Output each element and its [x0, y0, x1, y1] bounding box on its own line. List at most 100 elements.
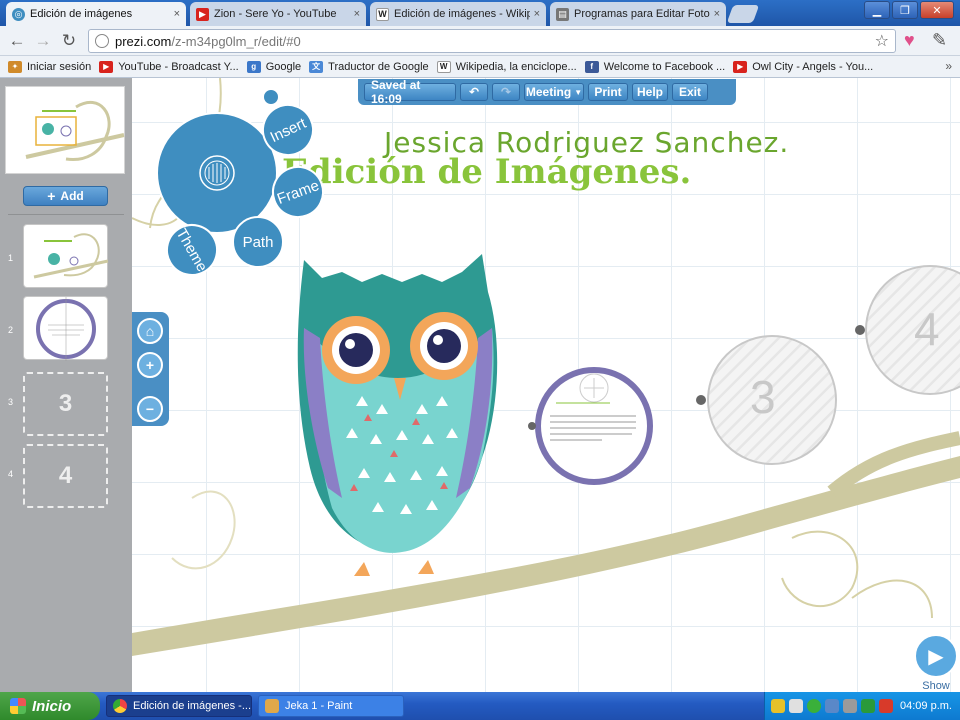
tab-label: Zion - Sere Yo - YouTube [214, 8, 337, 20]
close-icon[interactable]: × [354, 8, 360, 20]
meeting-label: Meeting [525, 85, 572, 99]
bookmark-label: YouTube - Broadcast Y... [118, 60, 239, 73]
facebook-icon: f [584, 60, 599, 73]
meeting-dropdown[interactable]: Meeting ▼ [524, 83, 584, 101]
safely-remove-icon[interactable] [879, 699, 893, 713]
path-bubble[interactable]: Path [232, 216, 284, 268]
tab-label: Edición de imágenes - Wikipe [394, 8, 530, 20]
tab-edicion-imagenes[interactable]: ◎ Edición de imágenes × [6, 2, 186, 26]
swirl-decoration [171, 490, 236, 570]
screen: { "browser": { "tabs": [ {"label": "Edic… [0, 0, 960, 720]
youtube-icon: ▶ [733, 60, 748, 73]
saved-status-button[interactable]: Saved at 16:09 [364, 78, 456, 106]
overview-thumbnail[interactable] [5, 86, 125, 174]
bookmark-star-icon[interactable]: ☆ [875, 31, 889, 51]
tab-wikipedia[interactable]: W Edición de imágenes - Wikipe × [370, 2, 546, 26]
bookmarks-overflow-button[interactable]: » [945, 59, 952, 73]
prezi-top-toolbar: Saved at 16:09 ↶ ↷ Meeting ▼ Print Help … [358, 78, 736, 106]
windows-taskbar: Inicio Edición de imágenes -... Jeka 1 -… [0, 692, 960, 720]
shield-icon[interactable] [771, 699, 785, 713]
close-icon[interactable]: × [714, 8, 720, 20]
reload-icon[interactable]: ↻ [58, 30, 80, 52]
author-name[interactable]: Jessica Rodriguez Sanchez. [384, 126, 789, 159]
heart-icon[interactable]: ♥ [904, 30, 915, 51]
close-icon[interactable]: × [174, 8, 180, 20]
path-marker [528, 422, 536, 430]
close-icon[interactable]: × [534, 8, 540, 20]
windows-logo-icon [10, 698, 26, 714]
wikipedia-icon: W [376, 7, 389, 21]
taskbar-item-paint[interactable]: Jeka 1 - Paint [258, 695, 404, 717]
owl-illustration [297, 254, 498, 576]
undo-button[interactable]: ↶ [460, 83, 488, 101]
wrench-icon[interactable]: ✎ [932, 30, 947, 51]
zoom-controls: ⌂ + − [132, 312, 169, 426]
bubble-small-button[interactable] [262, 88, 280, 106]
help-button[interactable]: Help [632, 83, 668, 101]
new-tab-button[interactable] [726, 5, 760, 23]
taskbar-item-chrome[interactable]: Edición de imágenes -... [106, 695, 252, 717]
back-icon[interactable]: ← [6, 30, 28, 52]
slide-thumbnail-1[interactable] [23, 224, 109, 288]
play-icon: ▶ [914, 634, 958, 678]
slide-thumbnail-4[interactable]: 4 [23, 444, 108, 508]
overview-thumbnail-art [25, 100, 125, 162]
slide-thumbnail-2[interactable] [23, 296, 108, 361]
bookmark-label: Owl City - Angels - You... [752, 60, 874, 73]
network-icon[interactable] [789, 699, 803, 713]
slide-number: 2 [8, 325, 14, 335]
bookmark-item[interactable]: ▶ Owl City - Angels - You... [733, 60, 874, 73]
url-path: /z-m34pg0lm_r/edit/#0 [171, 33, 301, 49]
print-button[interactable]: Print [588, 83, 628, 101]
volume-icon[interactable] [843, 699, 857, 713]
messenger-icon[interactable] [807, 699, 821, 713]
tab-programas[interactable]: ▤ Programas para Editar Fotos × [550, 2, 726, 26]
slide-2-preview [36, 297, 96, 361]
redo-button[interactable]: ↷ [492, 83, 520, 101]
bookmark-label: Welcome to Facebook ... [603, 60, 726, 73]
bookmark-item[interactable]: ✦ Iniciar sesión [8, 60, 91, 73]
chevron-down-icon: ▼ [574, 87, 583, 97]
tab-label: Programas para Editar Fotos [574, 8, 710, 20]
paint-icon [265, 699, 279, 713]
update-icon[interactable] [861, 699, 875, 713]
bookmark-item[interactable]: g Google [246, 60, 301, 73]
maximize-button[interactable]: ❐ [892, 1, 918, 19]
start-button[interactable]: Inicio [0, 692, 100, 720]
wikipedia-icon: W [436, 60, 451, 73]
swirl-decoration [851, 579, 933, 619]
bookmark-item[interactable]: 文 Traductor de Google [309, 60, 429, 73]
zoom-in-icon[interactable]: + [137, 352, 163, 378]
window-controls: ▁ ❐ ✕ [862, 1, 954, 19]
monitor-icon[interactable] [825, 699, 839, 713]
frame-4-placeholder [865, 265, 960, 395]
bookmark-label: Wikipedia, la enciclope... [455, 60, 577, 73]
bookmark-label: Traductor de Google [328, 60, 429, 73]
bookmark-item[interactable]: ▶ YouTube - Broadcast Y... [99, 60, 239, 73]
home-icon[interactable]: ⌂ [137, 318, 163, 344]
globe-icon [95, 34, 109, 48]
zoom-out-icon[interactable]: − [137, 396, 163, 422]
tab-youtube[interactable]: ▶ Zion - Sere Yo - YouTube × [190, 2, 366, 26]
youtube-icon: ▶ [196, 7, 209, 21]
bookmark-item[interactable]: f Welcome to Facebook ... [584, 60, 726, 73]
exit-button[interactable]: Exit [672, 83, 708, 101]
slide-1-preview [33, 233, 109, 279]
slide-thumbnail-3[interactable]: 3 [23, 372, 108, 436]
swirl-decoration [781, 530, 859, 607]
path-marker [696, 395, 706, 405]
browser-toolbar: ← → ↻ prezi.com/z-m34pg0lm_r/edit/#0 ☆ ♥… [0, 26, 960, 56]
path-marker [855, 325, 865, 335]
add-path-step-button[interactable]: + Add [23, 186, 108, 206]
puzzle-icon: ✦ [8, 60, 22, 73]
slide-number: 4 [8, 469, 14, 479]
prezi-icon: ◎ [12, 7, 25, 21]
start-label: Inicio [32, 697, 72, 715]
show-presentation-button[interactable]: ▶ Show [912, 632, 960, 692]
bookmark-item[interactable]: W Wikipedia, la enciclope... [436, 60, 577, 73]
close-window-button[interactable]: ✕ [920, 1, 954, 19]
forward-icon[interactable]: → [32, 30, 54, 52]
frame-3-number: 3 [750, 371, 776, 423]
minimize-button[interactable]: ▁ [864, 1, 890, 19]
address-bar[interactable]: prezi.com/z-m34pg0lm_r/edit/#0 ☆ [88, 29, 896, 53]
